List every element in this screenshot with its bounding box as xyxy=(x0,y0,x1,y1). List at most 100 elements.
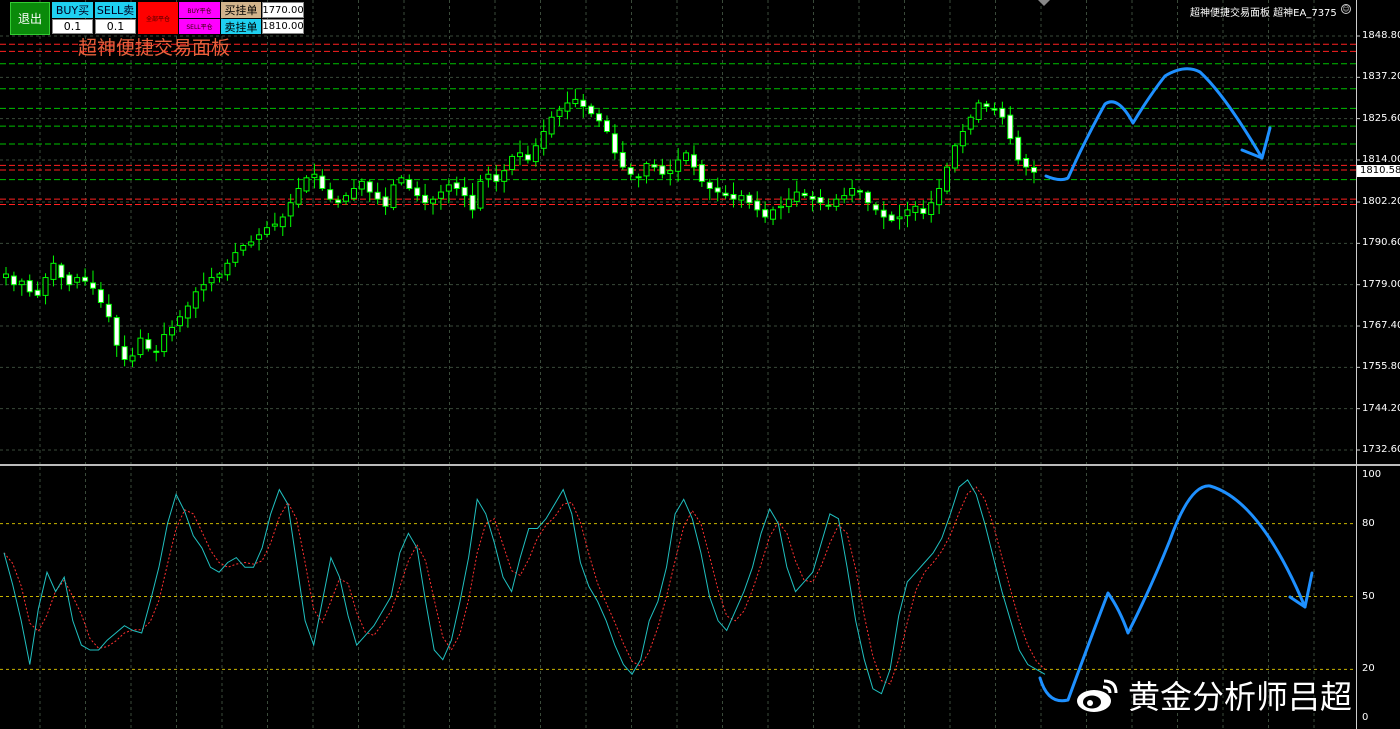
candle-body xyxy=(311,173,318,179)
chart-grid xyxy=(0,0,1356,729)
candle-body xyxy=(983,103,990,108)
panel-title: 超神便捷交易面板 xyxy=(78,37,231,59)
candle-body xyxy=(959,130,966,147)
candle-body xyxy=(469,194,476,211)
chart-frame xyxy=(0,0,1400,729)
buy-lot-input[interactable]: 0.1 xyxy=(52,19,93,34)
candle-body xyxy=(319,175,326,189)
price-tick-label: 1732.60 xyxy=(1362,444,1400,455)
candle-body xyxy=(730,193,737,200)
oscillator-lines xyxy=(0,479,1356,695)
candle-body xyxy=(176,316,183,327)
buy-close-button[interactable]: BUY平仓 xyxy=(179,2,220,18)
candle-body xyxy=(556,109,563,117)
candle-body xyxy=(785,198,792,208)
candle-body xyxy=(619,152,626,168)
candle-body xyxy=(509,155,516,170)
candle-body xyxy=(58,264,65,279)
candle-body xyxy=(3,273,9,279)
candle-body xyxy=(991,108,998,111)
candle-body xyxy=(366,181,373,193)
candle-body xyxy=(89,282,96,289)
sell-lot-input[interactable]: 0.1 xyxy=(95,19,136,34)
candle-body xyxy=(706,181,713,189)
candle-body xyxy=(951,145,958,169)
candle-body xyxy=(524,154,531,161)
candle-body xyxy=(864,191,871,204)
candle-body xyxy=(295,187,302,205)
exit-button[interactable]: 退出 xyxy=(10,2,50,35)
candle-body xyxy=(200,284,207,291)
candle-body xyxy=(232,252,239,263)
candle-body xyxy=(754,200,761,211)
price-chart[interactable] xyxy=(0,0,1400,729)
sell-limit-button[interactable]: 卖挂单 xyxy=(221,19,261,34)
candle-body xyxy=(26,280,33,293)
candle-body xyxy=(675,159,682,172)
candle-body xyxy=(216,273,223,278)
candle-body xyxy=(82,276,89,282)
candle-body xyxy=(857,190,864,193)
buy-limit-price-input[interactable]: 1770.00 xyxy=(262,2,304,18)
candle-body xyxy=(967,116,974,130)
candle-body xyxy=(517,152,523,158)
candle-body xyxy=(382,196,389,207)
shift-marker-icon xyxy=(1038,0,1050,6)
close-all-button[interactable]: 全部平仓 xyxy=(138,2,178,34)
candle-body xyxy=(920,208,927,214)
candle-body xyxy=(770,209,777,220)
candle-body xyxy=(603,120,610,132)
candle-body xyxy=(18,280,25,286)
candle-body xyxy=(627,167,634,175)
candle-body xyxy=(74,277,81,283)
candle-body xyxy=(904,209,911,217)
candle-body xyxy=(896,216,903,220)
candle-body xyxy=(374,191,381,200)
candle-body xyxy=(635,176,642,179)
candle-body xyxy=(461,186,468,197)
sell-button[interactable]: SELL卖 xyxy=(95,2,136,18)
candle-body xyxy=(944,166,951,192)
candle-body xyxy=(224,262,231,276)
candle-body xyxy=(698,164,705,182)
price-forecast-arrow xyxy=(1044,67,1272,182)
candle-body xyxy=(485,173,492,180)
oscillator-tick-label: 80 xyxy=(1362,517,1375,529)
candle-body xyxy=(343,195,350,202)
buy-button[interactable]: BUY买 xyxy=(52,2,93,18)
candle-body xyxy=(113,317,120,346)
candle-body xyxy=(50,262,57,280)
buy-limit-button[interactable]: 买挂单 xyxy=(221,2,261,18)
candle-body xyxy=(398,177,405,184)
smiley-icon[interactable]: ☺ xyxy=(1341,4,1351,14)
candle-body xyxy=(430,198,437,204)
candle-body xyxy=(928,202,935,216)
candlestick-series xyxy=(3,88,1037,367)
candle-body xyxy=(936,187,943,206)
price-tick-label: 1767.40 xyxy=(1362,320,1400,331)
sell-close-button[interactable]: SELL平仓 xyxy=(179,19,220,34)
oscillator-main-line xyxy=(3,479,1046,695)
candle-body xyxy=(42,277,49,296)
candle-body xyxy=(667,170,674,175)
candle-body xyxy=(1031,166,1037,173)
candle-body xyxy=(548,116,555,135)
candle-body xyxy=(659,165,666,175)
candle-body xyxy=(683,152,690,161)
candle-body xyxy=(406,178,413,189)
candle-body xyxy=(825,204,832,207)
weibo-icon xyxy=(1077,679,1118,712)
candle-body xyxy=(777,205,784,209)
candle-body xyxy=(880,209,887,218)
price-tick-label: 1744.20 xyxy=(1362,402,1400,414)
oscillator-tick-label: 50 xyxy=(1362,590,1375,602)
candle-body xyxy=(145,339,152,350)
candle-body xyxy=(841,195,848,200)
sell-limit-price-input[interactable]: 1810.00 xyxy=(262,19,304,34)
candle-body xyxy=(540,130,547,149)
candle-body xyxy=(1015,136,1022,161)
candle-body xyxy=(105,303,112,318)
hand-drawn-annotations xyxy=(1038,67,1314,703)
candle-body xyxy=(611,133,618,154)
candle-body xyxy=(287,202,294,217)
